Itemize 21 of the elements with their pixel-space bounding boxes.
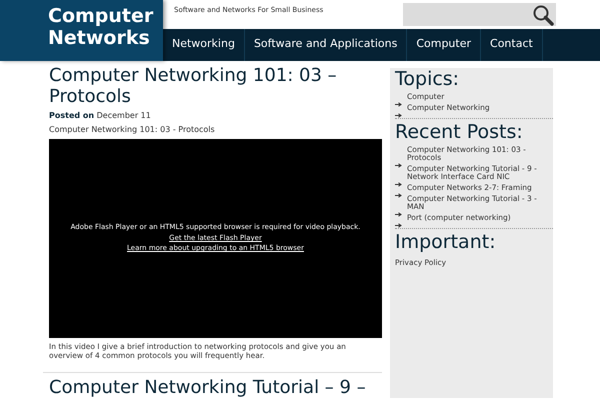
nav-link[interactable]: Contact [481,29,543,61]
site-logo[interactable]: Computer Networks [0,0,163,61]
widget-heading: Important: [395,231,496,253]
search-icon[interactable] [532,4,554,26]
nav-link[interactable]: Networking [163,29,245,61]
nav-link[interactable]: Software and Applications [244,29,408,61]
post-date: Posted on December 11 [49,111,152,120]
search-field[interactable] [403,3,556,26]
arrow-icon [395,102,402,107]
post-title[interactable]: Computer Networking Tutorial – 9 – [49,377,382,398]
arrow-icon [395,193,402,198]
widget-heading: Topics: [395,68,460,90]
post-subtitle: Computer Networking 101: 03 - Protocols [49,125,216,134]
arrow-icon [395,163,402,168]
post-title[interactable]: Computer Networking 101: 03 – Protocols [49,65,382,107]
arrow-icon [395,113,402,118]
nav-link[interactable]: Computer [407,29,482,61]
arrow-icon [395,223,402,228]
arrow-icon [395,182,402,187]
widget-heading: Recent Posts: [395,121,523,143]
arrow-icon [395,212,402,217]
